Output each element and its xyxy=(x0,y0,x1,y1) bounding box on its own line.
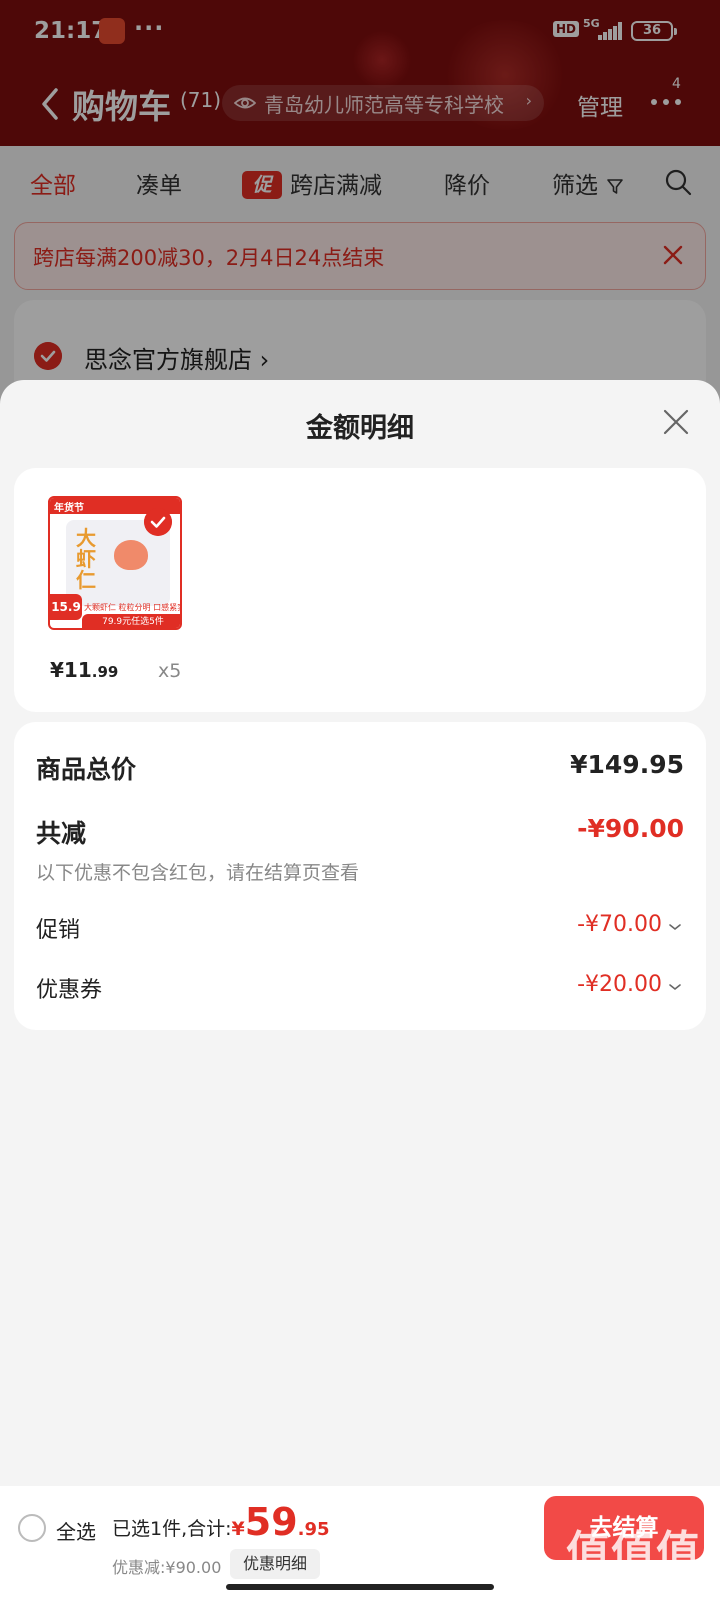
discount-summary: 优惠减:¥90.00 xyxy=(112,1558,222,1577)
promotion-label: 促销 xyxy=(36,918,81,943)
chevron-down-icon[interactable] xyxy=(668,922,682,932)
select-all-radio[interactable] xyxy=(18,1514,46,1542)
product-image-title: 大虾仁 xyxy=(76,526,96,592)
checkout-button[interactable]: 去结算 xyxy=(544,1496,704,1560)
total-discount-label: 共减 xyxy=(36,819,87,848)
price-summary-card: 商品总价 ¥149.95 共减 -¥90.00 以下优惠不包含红包，请在结算页查… xyxy=(14,722,706,1030)
selected-total: 已选1件,合计:¥59.95 xyxy=(112,1500,330,1544)
coupon-label: 优惠券 xyxy=(36,978,103,1003)
sheet-title: 金额明细 xyxy=(306,413,414,444)
total-price-value: ¥149.95 xyxy=(570,750,684,779)
coupon-value[interactable]: -¥20.00 xyxy=(577,972,662,997)
amount-detail-sheet: 金额明细 年货节 大虾仁 大颗虾仁 粒粒分明 口感紧实 15.9 79.9元任选… xyxy=(0,380,720,1486)
product-quantity: x5 xyxy=(158,660,182,682)
total-price-label: 商品总价 xyxy=(36,755,137,784)
product-image-feature: 大颗虾仁 粒粒分明 口感紧实 xyxy=(84,603,182,612)
total-discount-value: -¥90.00 xyxy=(577,814,684,843)
check-icon xyxy=(144,508,172,536)
select-all-label[interactable]: 全选 xyxy=(56,1516,96,1545)
chevron-down-icon[interactable] xyxy=(668,982,682,992)
product-card: 年货节 大虾仁 大颗虾仁 粒粒分明 口感紧实 15.9 79.9元任选5件 ¥1… xyxy=(14,468,706,712)
close-icon[interactable] xyxy=(662,408,690,436)
home-indicator[interactable] xyxy=(226,1584,494,1590)
discount-detail-button[interactable]: 优惠明细 xyxy=(230,1549,320,1579)
discount-note: 以下优惠不包含红包，请在结算页查看 xyxy=(36,862,360,884)
promotion-value[interactable]: -¥70.00 xyxy=(577,912,662,937)
product-image[interactable]: 年货节 大虾仁 大颗虾仁 粒粒分明 口感紧实 15.9 79.9元任选5件 xyxy=(48,496,182,630)
shrimp-illustration xyxy=(114,540,148,570)
product-price: ¥11.99 xyxy=(50,658,119,682)
product-image-banner: 79.9元任选5件 xyxy=(82,614,180,628)
product-image-badge: 15.9 xyxy=(50,594,82,620)
checkout-bar: 全选 已选1件,合计:¥59.95 优惠减:¥90.00 优惠明细 去结算 xyxy=(0,1486,720,1600)
